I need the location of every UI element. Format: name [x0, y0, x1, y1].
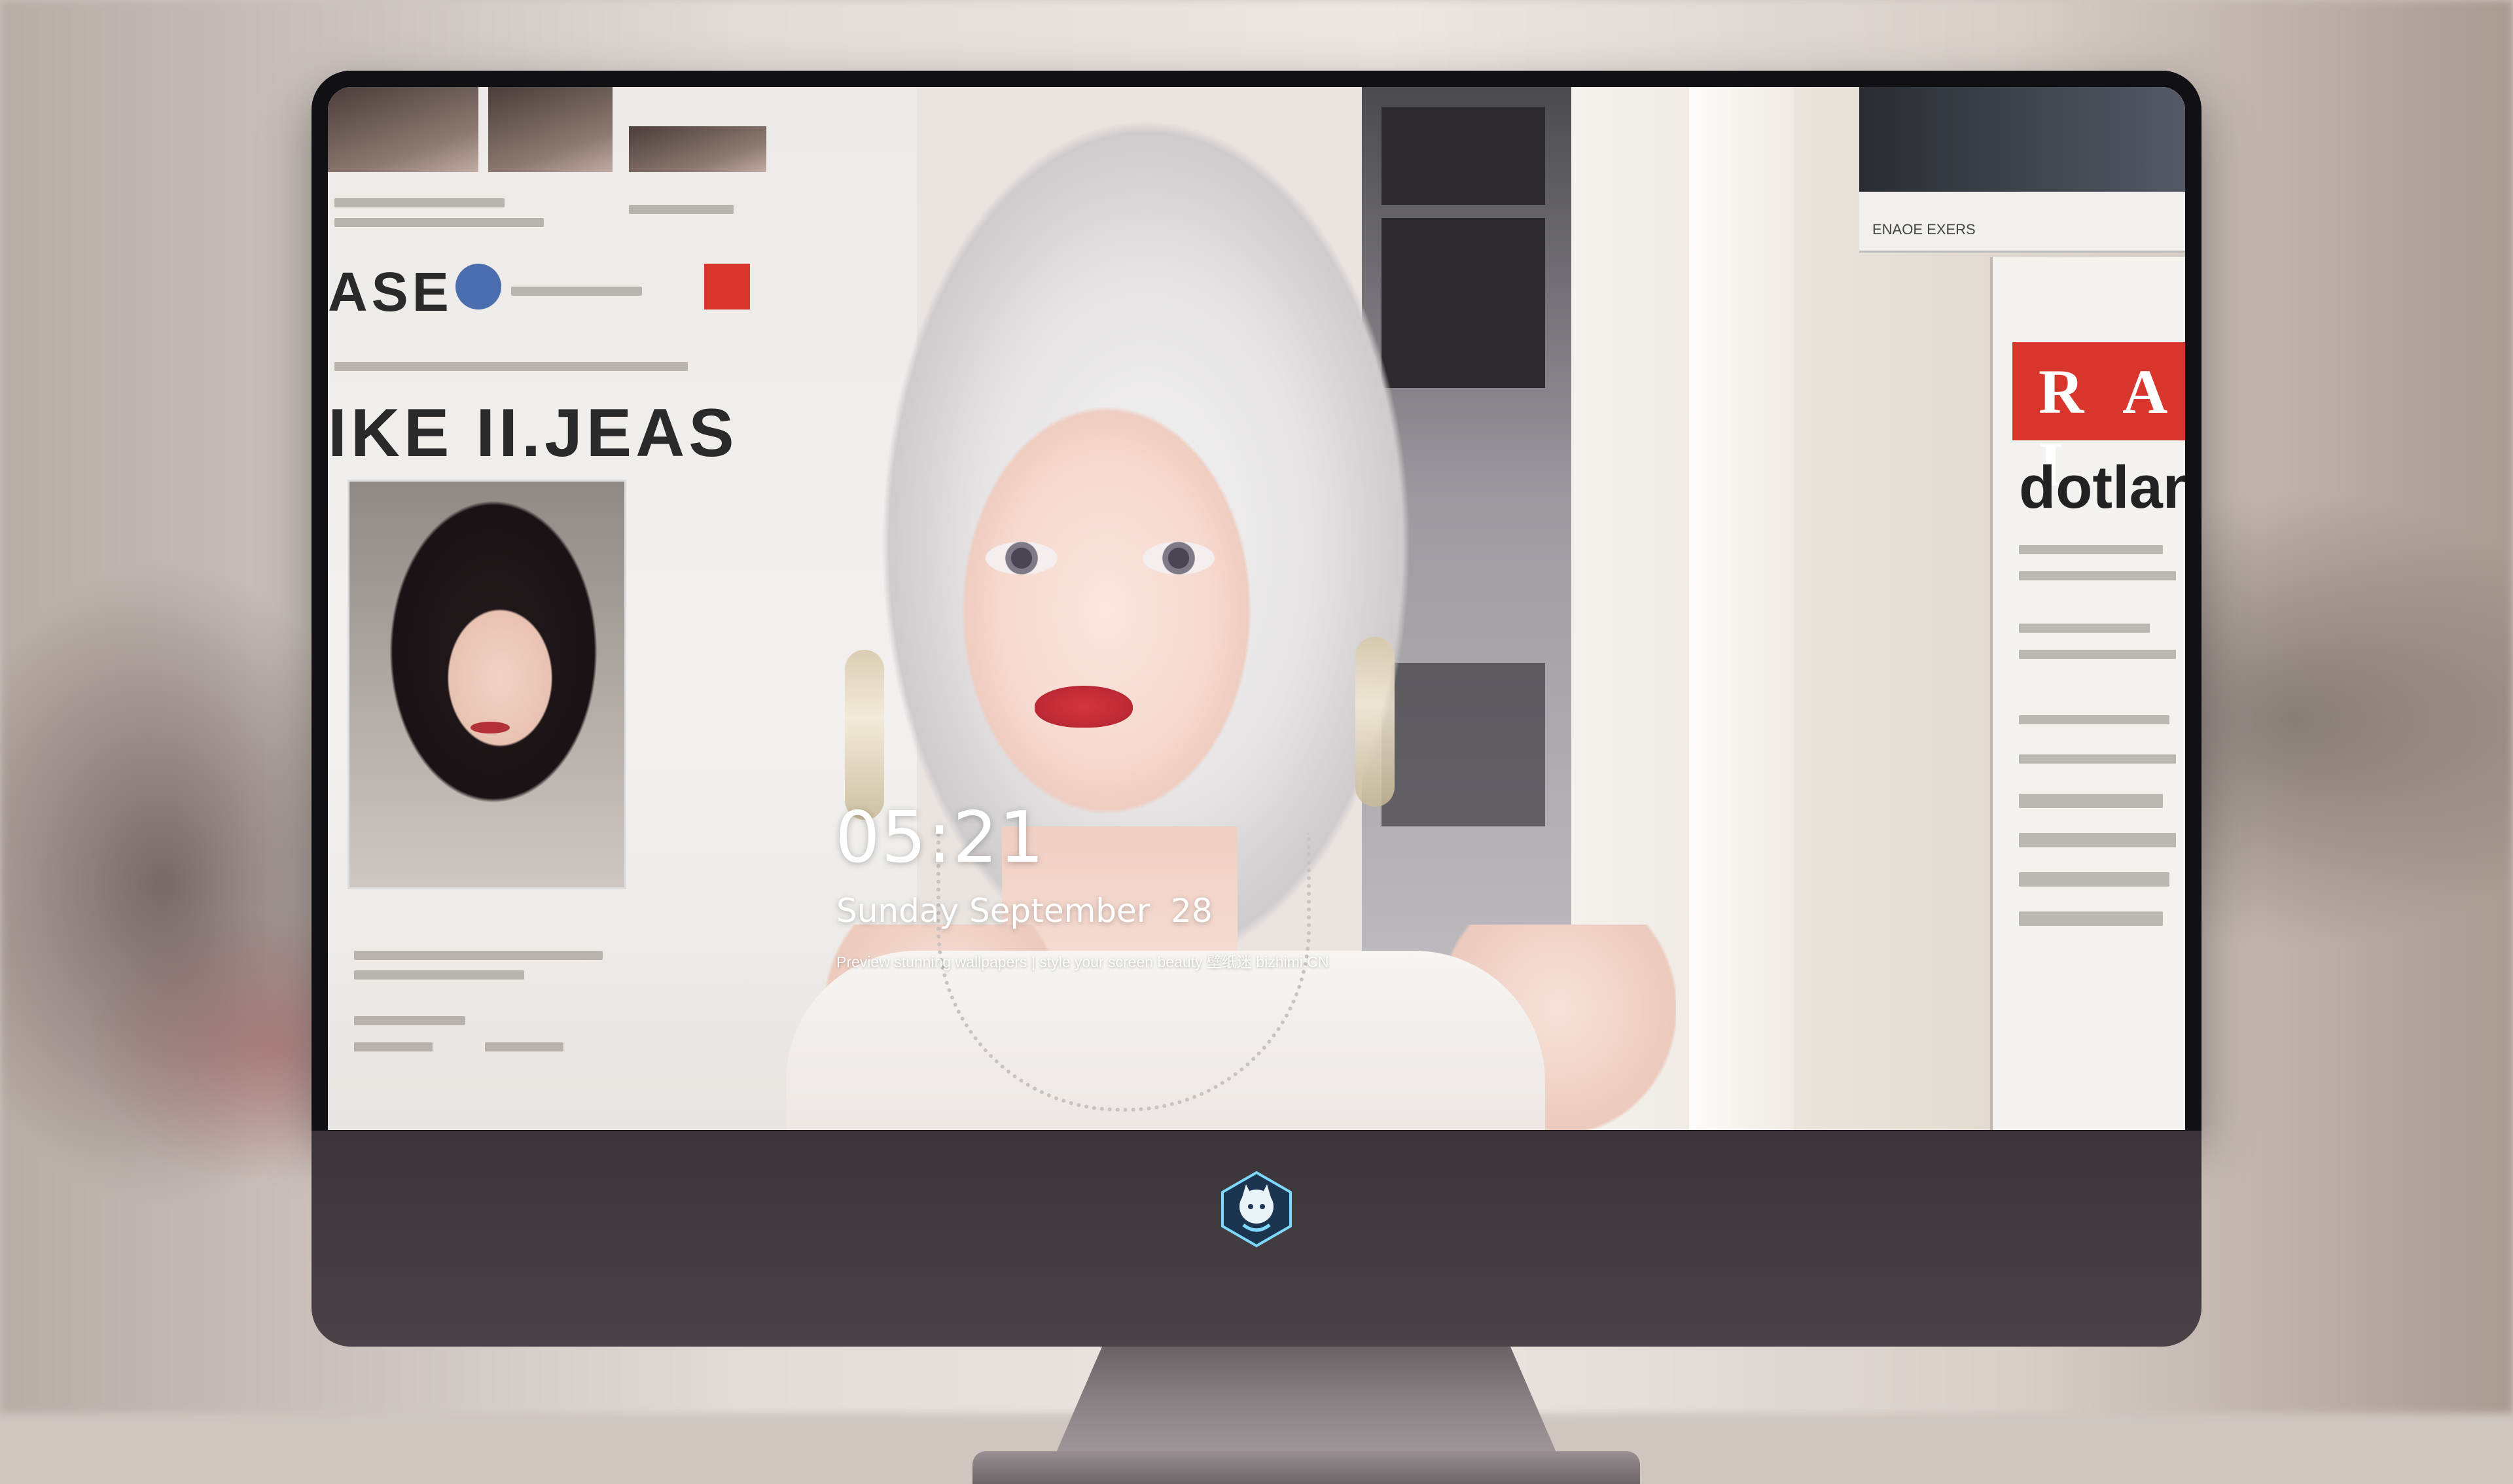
- wallpaper-text-line: [334, 198, 505, 207]
- lock-tagline: Preview stunning wallpapers | style your…: [836, 953, 1329, 970]
- wallpaper-text-line: [2019, 754, 2176, 764]
- lock-date: Sunday September 28: [836, 892, 1213, 930]
- wallpaper-text-line: [2019, 794, 2163, 808]
- lock-clock: 05:21: [835, 797, 1046, 879]
- monitor-bezel: ASE IKE II.JEAS ENAOE EXERS R A I dotlan…: [312, 71, 2201, 1131]
- lock-screen[interactable]: ASE IKE II.JEAS ENAOE EXERS R A I dotlan…: [328, 87, 2185, 1130]
- wallpaper-text-line: [2019, 624, 2150, 633]
- wallpaper-earring: [845, 650, 884, 820]
- wallpaper-text-line: [334, 218, 544, 227]
- wallpaper-headline: IKE II.JEAS: [328, 395, 738, 471]
- wallpaper-headline: ASE: [328, 261, 453, 323]
- monitor-chin: [312, 1131, 2201, 1347]
- wallpaper-eye: [986, 542, 1058, 574]
- wallpaper-text-line: [2019, 833, 2176, 847]
- monitor: ASE IKE II.JEAS ENAOE EXERS R A I dotlan…: [312, 71, 2201, 1484]
- monitor-stand-base: [972, 1451, 1640, 1484]
- wallpaper-face: [930, 362, 1283, 859]
- wallpaper-text-line: [485, 1042, 563, 1051]
- wallpaper-text-line: [334, 362, 688, 371]
- wallpaper-headline: dotlan: [2019, 454, 2185, 521]
- wallpaper-logo-circle: [455, 264, 501, 309]
- wallpaper-photo: [488, 87, 613, 172]
- wallpaper-text-line: [2019, 715, 2169, 724]
- wallpaper-text-line: [354, 951, 603, 960]
- wallpaper-photo: [1859, 87, 2185, 192]
- wallpaper-photo: [328, 87, 478, 172]
- wallpaper-text-line: [2019, 545, 2163, 554]
- wallpaper-text-line: [629, 205, 734, 214]
- wallpaper-poster-portrait: [348, 480, 626, 889]
- wallpaper-text-line: [354, 1042, 433, 1051]
- wallpaper-text-line: [2019, 911, 2163, 926]
- wallpaper-lips: [1035, 686, 1133, 728]
- wallpaper-eye: [1143, 542, 1215, 574]
- monitor-stand-neck: [1051, 1347, 1561, 1464]
- wallpaper-text-line: [511, 287, 642, 296]
- wallpaper-text-line: [2019, 571, 2176, 580]
- wallpaper-caption: ENAOE EXERS: [1872, 221, 1976, 238]
- wallpaper-text-line: [354, 1016, 465, 1025]
- wallpaper-red-banner: R A I: [2012, 342, 2185, 499]
- wallpaper-text-line: [2019, 872, 2169, 887]
- wallpaper-text-line: [354, 970, 524, 980]
- wallpaper-pillar: [1689, 87, 1794, 1130]
- wallpaper-earring: [1355, 637, 1395, 807]
- wallpaper-text-line: [2019, 650, 2176, 659]
- wallpaper-poster-lips: [471, 722, 510, 733]
- brand-logo-icon: [1221, 1171, 1292, 1248]
- wallpaper-right-newspaper: R A I dotlan: [1990, 257, 2185, 1130]
- wallpaper-top-newspaper: ENAOE EXERS: [1859, 87, 2185, 253]
